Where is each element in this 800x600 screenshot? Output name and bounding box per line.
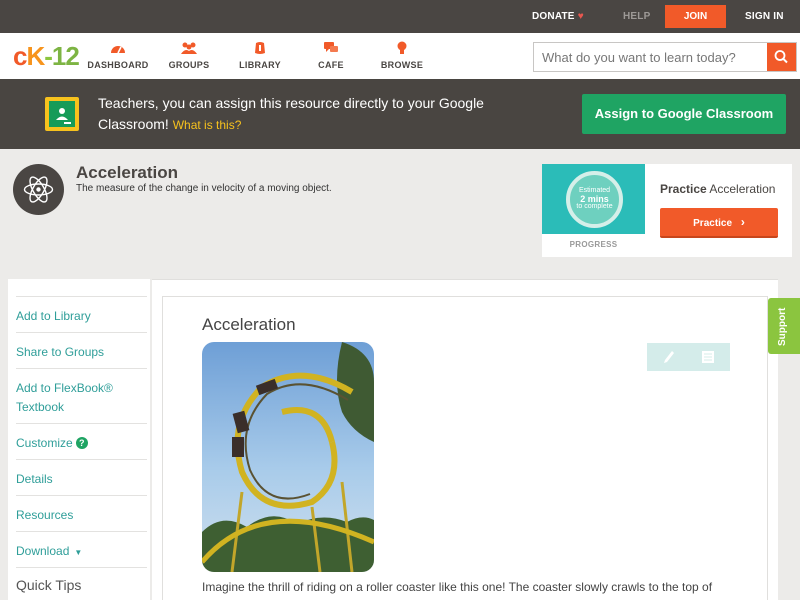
logo-12: 12	[51, 41, 80, 71]
practice-button-label: Practice	[693, 218, 733, 229]
practice-word: Practice	[660, 182, 707, 196]
estimate-ring: Estimated 2 mins to complete	[566, 171, 623, 228]
sidebar-item-label: Customize	[16, 436, 73, 450]
sidebar-item-share-to-groups[interactable]: Share to Groups	[16, 332, 147, 362]
sidebar-item-label: Add to FlexBook® Textbook	[16, 381, 113, 414]
nav-browse-label: BROWSE	[380, 60, 424, 70]
to-complete-label: to complete	[576, 203, 613, 210]
nav-library-label: LIBRARY	[239, 60, 281, 70]
donate-label: DONATE	[532, 11, 575, 22]
what-is-this-link[interactable]: What is this?	[173, 118, 242, 132]
estimated-minutes: 2 mins	[580, 194, 609, 204]
main-navbar: cK-12 DASHBOARD GROUPS LIBRARY CAFE BROW…	[0, 33, 800, 79]
top-utility-bar: DONATE ♥ HELP JOIN SIGN IN	[0, 0, 800, 33]
logo-k: K	[26, 41, 45, 71]
google-classroom-icon	[45, 97, 79, 131]
nav-cafe-label: CAFE	[318, 60, 344, 70]
logo-c: c	[13, 41, 28, 71]
support-label: Support	[777, 307, 788, 346]
quick-tips-heading[interactable]: Quick Tips	[16, 577, 81, 593]
join-button[interactable]: JOIN	[665, 5, 726, 28]
sidebar-item-details[interactable]: Details	[16, 459, 147, 489]
ck12-logo[interactable]: cK-12	[13, 41, 80, 71]
heart-icon: ♥	[577, 11, 584, 22]
sidebar-item-resources[interactable]: Resources	[16, 495, 147, 525]
sidebar: Add to Library Share to Groups Add to Fl…	[8, 279, 150, 600]
logo-dash: -	[44, 41, 53, 71]
sidebar-item-label: Details	[16, 472, 53, 486]
roller-coaster-image	[202, 342, 374, 572]
practice-button[interactable]: Practice ›	[660, 208, 778, 238]
atom-icon	[13, 164, 64, 215]
sidebar-item-label: Add to Library	[16, 309, 91, 323]
practice-topic: Acceleration	[709, 182, 776, 196]
nav-groups[interactable]: GROUPS	[149, 41, 229, 70]
help-icon[interactable]: ?	[75, 437, 88, 449]
nav-library[interactable]: LIBRARY	[220, 41, 300, 70]
nav-cafe[interactable]: CAFE	[291, 41, 371, 70]
support-tab[interactable]: Support	[768, 298, 800, 354]
groups-icon	[181, 42, 197, 54]
concept-title: Acceleration	[76, 163, 179, 182]
search-button[interactable]	[767, 43, 796, 71]
search-input[interactable]	[534, 43, 768, 71]
practice-heading: Practice Acceleration	[660, 182, 775, 196]
caret-down-icon: ▼	[74, 548, 83, 557]
sidebar-divider	[16, 567, 147, 568]
cafe-icon	[324, 42, 338, 52]
practice-card: Estimated 2 mins to complete PROGRESS Pr…	[542, 164, 792, 257]
sign-in-link[interactable]: SIGN IN	[745, 11, 784, 22]
annotation-toolbox	[647, 343, 730, 371]
dashboard-icon	[111, 46, 125, 54]
sidebar-item-label: Resources	[16, 508, 74, 522]
chevron-right-icon: ›	[740, 215, 745, 229]
library-icon	[255, 42, 265, 54]
search-icon	[774, 50, 788, 64]
search-box	[533, 42, 797, 72]
notes-icon[interactable]	[701, 350, 715, 364]
nav-dashboard-label: DASHBOARD	[87, 60, 149, 70]
sidebar-item-add-to-library[interactable]: Add to Library	[16, 296, 147, 326]
content-title: Acceleration	[202, 315, 296, 334]
banner-message: Teachers, you can assign this resource d…	[98, 93, 498, 136]
sidebar-item-add-to-flexbook[interactable]: Add to FlexBook® Textbook	[16, 368, 147, 417]
nav-browse[interactable]: BROWSE	[362, 41, 442, 70]
sidebar-item-customize[interactable]: Customize?	[16, 423, 147, 453]
sidebar-item-label: Share to Groups	[16, 345, 105, 359]
content-paragraph: Imagine the thrill of riding on a roller…	[202, 580, 713, 594]
progress-label: PROGRESS	[569, 240, 618, 249]
sidebar-item-label: Download	[16, 544, 70, 558]
sidebar-item-download[interactable]: Download ▼	[16, 531, 147, 562]
assign-to-google-classroom-button[interactable]: Assign to Google Classroom	[582, 94, 786, 134]
practice-progress-graphic: Estimated 2 mins to complete	[542, 164, 645, 234]
banner-text: Teachers, you can assign this resource d…	[98, 95, 484, 132]
pencil-icon[interactable]	[663, 350, 675, 364]
browse-icon	[397, 41, 407, 54]
donate-link[interactable]: DONATE ♥	[532, 11, 584, 22]
nav-dashboard[interactable]: DASHBOARD	[78, 41, 158, 70]
nav-groups-label: GROUPS	[168, 60, 210, 70]
concept-subtitle: The measure of the change in velocity of…	[76, 183, 332, 194]
help-link[interactable]: HELP	[623, 11, 650, 22]
